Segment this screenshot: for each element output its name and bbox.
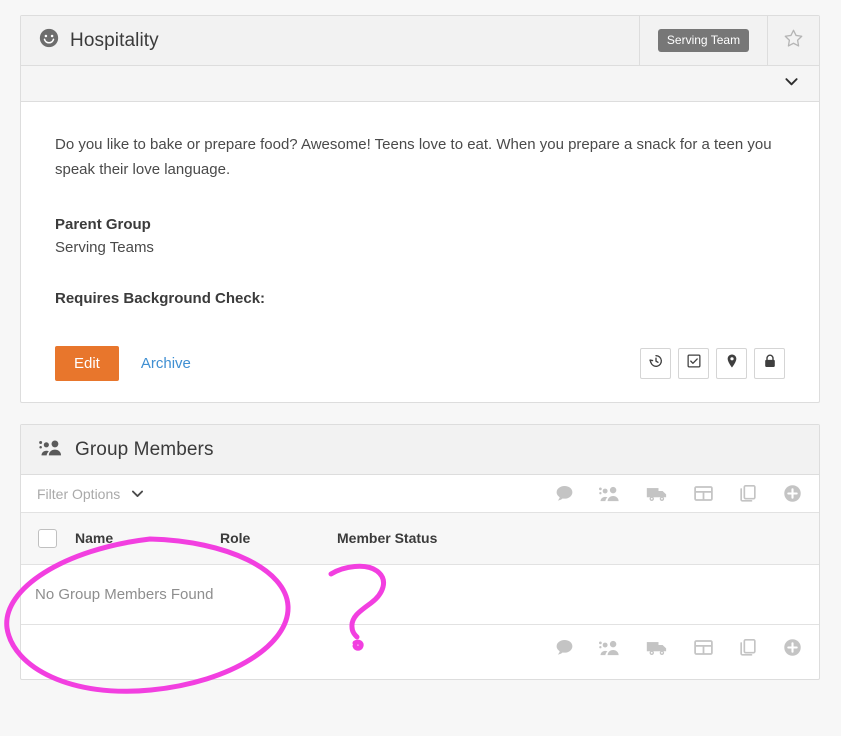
members-table-body: No Group Members Found	[21, 564, 819, 624]
truck-icon[interactable]	[646, 484, 669, 503]
parent-group-label: Parent Group	[55, 216, 785, 233]
members-table-footer	[21, 625, 819, 671]
table-icon[interactable]	[693, 637, 714, 658]
edit-button[interactable]: Edit	[55, 346, 119, 381]
group-members-panel: Group Members Filter Options	[20, 424, 820, 680]
members-panel-header: Group Members	[21, 425, 819, 475]
copy-icon[interactable]	[738, 637, 758, 658]
location-button[interactable]	[716, 348, 747, 379]
table-icon[interactable]	[693, 483, 714, 504]
empty-state-message: No Group Members Found	[21, 564, 819, 624]
copy-icon[interactable]	[738, 483, 758, 504]
members-table: Name Role Member Status No Group Members…	[21, 513, 819, 625]
page-root: Hospitality Serving Team Do you	[0, 0, 841, 736]
history-icon	[648, 353, 664, 374]
filter-options-label[interactable]: Filter Options	[37, 486, 120, 502]
group-body: Do you like to bake or prepare food? Awe…	[21, 102, 819, 307]
smiley-face-icon	[39, 28, 59, 53]
members-table-head: Name Role Member Status	[21, 513, 819, 564]
lock-icon	[762, 353, 778, 374]
group-description: Do you like to bake or prepare food? Awe…	[55, 132, 785, 182]
truck-icon[interactable]	[646, 638, 669, 657]
members-toolbar	[554, 483, 803, 504]
parent-group-value: Serving Teams	[55, 239, 785, 256]
checklist-button[interactable]	[678, 348, 709, 379]
filter-bar: Filter Options	[21, 475, 819, 513]
members-title-wrap: Group Members	[21, 425, 819, 474]
chevron-down-icon[interactable]	[782, 72, 801, 96]
select-all-checkbox[interactable]	[38, 529, 57, 548]
comment-icon[interactable]	[554, 483, 575, 504]
people-icon[interactable]	[599, 638, 622, 657]
column-header-member-status[interactable]: Member Status	[337, 513, 819, 564]
star-outline-icon	[783, 28, 804, 54]
archive-link[interactable]: Archive	[141, 355, 191, 372]
group-title-wrap: Hospitality	[21, 16, 639, 65]
checked-square-icon	[686, 353, 702, 374]
location-pin-icon	[724, 353, 740, 374]
plus-circle-icon[interactable]	[782, 483, 803, 504]
favorite-star-button[interactable]	[767, 16, 819, 65]
group-detail-panel: Hospitality Serving Team Do you	[20, 15, 820, 403]
column-header-name[interactable]: Name	[75, 513, 220, 564]
security-button[interactable]	[754, 348, 785, 379]
members-footer-toolbar	[554, 637, 803, 658]
history-button[interactable]	[640, 348, 671, 379]
members-panel-title: Group Members	[75, 439, 214, 461]
chevron-down-icon[interactable]	[129, 485, 146, 502]
group-type-badge-cell: Serving Team	[639, 16, 767, 65]
plus-circle-icon[interactable]	[782, 637, 803, 658]
comment-icon[interactable]	[554, 637, 575, 658]
group-panel-header: Hospitality Serving Team	[21, 16, 819, 66]
status-badge: Serving Team	[658, 29, 749, 52]
select-all-header	[21, 513, 75, 564]
table-row-empty: No Group Members Found	[21, 564, 819, 624]
group-icon-button-row	[640, 348, 785, 379]
background-check-label: Requires Background Check:	[55, 290, 785, 307]
page-title: Hospitality	[70, 30, 159, 52]
group-action-bar: Edit Archive	[21, 324, 819, 402]
group-collapse-bar[interactable]	[21, 66, 819, 102]
group-people-icon	[39, 438, 64, 462]
table-header-row: Name Role Member Status	[21, 513, 819, 564]
people-icon[interactable]	[599, 484, 622, 503]
column-header-role[interactable]: Role	[220, 513, 337, 564]
